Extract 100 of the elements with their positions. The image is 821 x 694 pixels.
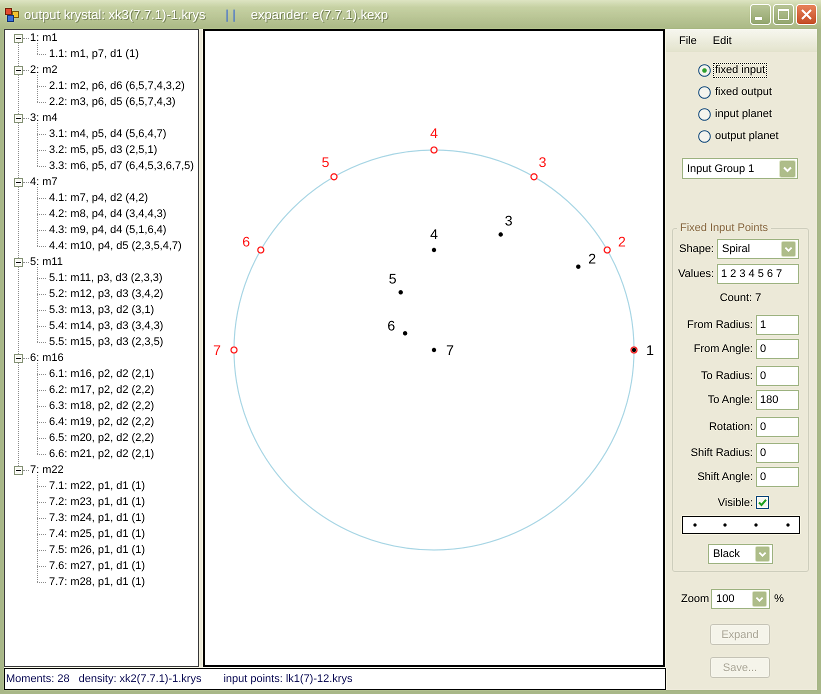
tree-item[interactable]: 1: m1 — [30, 31, 58, 45]
number-field[interactable]: 0 — [756, 467, 799, 487]
tree-item[interactable]: 5.3: m13, p3, d2 (3,1) — [49, 303, 154, 317]
tree-item[interactable]: 6: m16 — [30, 351, 64, 365]
param-label: To Angle: — [708, 394, 753, 406]
tree-item[interactable]: 6.6: m21, p2, d2 (2,1) — [49, 447, 154, 461]
tree-item[interactable]: 5: m11 — [30, 255, 63, 269]
radio-option[interactable]: fixed output — [698, 81, 780, 103]
radio-option[interactable]: fixed input — [698, 59, 780, 81]
radio-icon[interactable] — [698, 86, 711, 98]
tree-item[interactable]: 3.1: m4, p5, d4 (5,6,4,7) — [49, 127, 166, 141]
tree-item[interactable]: 3.2: m5, p5, d3 (2,5,1) — [49, 143, 158, 157]
number-field[interactable]: 180 — [756, 390, 799, 410]
tree-item[interactable]: 6.5: m20, p2, d2 (2,2) — [49, 431, 154, 445]
ring-label: 6 — [242, 234, 250, 250]
point-label: 6 — [387, 317, 396, 334]
tree-item[interactable]: 5.5: m15, p3, d3 (2,3,5) — [49, 335, 164, 349]
param-label: From Radius: — [686, 319, 753, 331]
tree-item[interactable]: 6.4: m19, p2, d2 (2,2) — [49, 415, 154, 429]
tree-item[interactable]: 6.1: m16, p2, d2 (2,1) — [49, 367, 154, 381]
point-dot-icon — [432, 348, 436, 352]
group-dropdown[interactable]: Input Group 1 — [682, 158, 798, 179]
ring-marker-icon — [330, 173, 338, 180]
point-label: 3 — [504, 212, 513, 229]
shape-label: Shape: — [679, 243, 714, 255]
window-title: output krystal: xk3(7.7.1)-1.krys — [24, 7, 206, 22]
status-text: Moments: 28 — [6, 673, 70, 685]
param-label: Shift Radius: — [690, 447, 753, 459]
collapse-icon[interactable] — [14, 466, 23, 474]
zoom-dropdown[interactable]: 100 — [711, 589, 770, 609]
tree-item[interactable]: 7.5: m26, p1, d1 (1) — [49, 543, 145, 557]
tree-item[interactable]: 7.6: m27, p1, d1 (1) — [49, 559, 145, 573]
tree-item[interactable]: 5.1: m11, p3, d3 (2,3,3) — [49, 271, 163, 285]
tree-item[interactable]: 5.4: m14, p3, d3 (3,4,3) — [49, 319, 164, 333]
ring-label: 3 — [538, 154, 546, 170]
tree-item[interactable]: 4.1: m7, p4, d2 (4,2) — [49, 191, 148, 205]
tree-item[interactable]: 4.4: m10, p4, d5 (2,3,5,4,7) — [49, 239, 182, 253]
tree-item[interactable]: 7.3: m24, p1, d1 (1) — [49, 511, 145, 525]
tree-item[interactable]: 6.2: m17, p2, d2 (2,2) — [49, 383, 154, 397]
number-field[interactable]: 0 — [756, 339, 799, 359]
collapse-icon[interactable] — [14, 354, 23, 362]
menu-item[interactable]: File — [671, 34, 705, 46]
minimize-icon[interactable] — [750, 4, 771, 25]
ring-label: 2 — [618, 234, 626, 250]
tree-item[interactable]: 4.2: m8, p4, d4 (3,4,4,3) — [49, 207, 166, 221]
param-label: To Radius: — [701, 370, 753, 382]
menu-item[interactable]: Edit — [704, 34, 740, 46]
status-text: density: xk2(7.7.1)-1.krys — [78, 673, 202, 685]
tree-item[interactable]: 4.3: m9, p4, d4 (5,1,6,4) — [49, 223, 166, 237]
tree-item[interactable]: 7.2: m23, p1, d1 (1) — [49, 495, 145, 509]
maximize-icon[interactable] — [773, 4, 794, 25]
point-dot-icon — [498, 232, 503, 237]
tree-item[interactable]: 7: m22 — [30, 463, 64, 477]
collapse-icon[interactable] — [14, 34, 23, 42]
tree-item[interactable]: 6.3: m18, p2, d2 (2,2) — [49, 399, 154, 413]
radio-option[interactable]: input planet — [698, 103, 780, 125]
close-icon[interactable] — [796, 4, 817, 25]
param-label: Shift Angle: — [697, 471, 753, 483]
ring-marker-icon — [430, 146, 438, 154]
checkbox[interactable] — [756, 496, 769, 509]
ring-marker-icon — [257, 246, 264, 254]
radio-option[interactable]: output planet — [698, 125, 780, 147]
zoom-label: Zoom — [681, 593, 710, 605]
tree-item[interactable]: 1.1: m1, p7, d1 (1) — [49, 47, 139, 61]
radio-icon[interactable] — [698, 108, 711, 120]
tree-item[interactable]: 2.2: m3, p6, d5 (6,5,7,4,3) — [49, 95, 176, 109]
percent-label: % — [774, 593, 784, 605]
point-dot-icon — [398, 290, 403, 294]
collapse-icon[interactable] — [14, 66, 23, 74]
ring-label: 7 — [213, 342, 221, 358]
radio-icon[interactable] — [698, 64, 711, 76]
collapse-icon[interactable] — [14, 178, 23, 186]
color-dropdown[interactable]: Black — [708, 544, 773, 564]
number-field[interactable]: 0 — [756, 417, 799, 437]
tree-item[interactable]: 3: m4 — [30, 111, 58, 125]
point-label: 7 — [446, 342, 454, 358]
collapse-icon[interactable] — [14, 258, 23, 266]
collapse-icon[interactable] — [14, 114, 23, 122]
point-dot-icon — [576, 264, 580, 269]
point-label: 5 — [388, 270, 397, 286]
number-field[interactable]: 0 — [756, 443, 799, 463]
tree-item[interactable]: 2.1: m2, p6, d6 (6,5,7,4,3,2) — [49, 79, 185, 93]
tree-item[interactable]: 3.3: m6, p5, d7 (6,4,5,3,6,7,5) — [49, 159, 194, 173]
tree-item[interactable]: 7.1: m22, p1, d1 (1) — [49, 479, 145, 493]
tree-item[interactable]: 4: m7 — [30, 175, 58, 189]
tree-item[interactable]: 7.4: m25, p1, d1 (1) — [49, 527, 145, 541]
number-field[interactable]: 0 — [756, 366, 799, 386]
window-title-extra: expander: e(7.7.1).kexp — [250, 7, 388, 22]
param-label: Rotation: — [708, 421, 753, 433]
tree-item[interactable]: 2: m2 — [30, 63, 58, 77]
shape-dropdown[interactable]: Spiral — [717, 239, 799, 259]
tree-item[interactable]: 7.7: m28, p1, d1 (1) — [49, 575, 145, 589]
values-label: Values: — [678, 268, 714, 280]
values-field[interactable]: 1 2 3 4 5 6 7 — [717, 264, 799, 284]
count-label: Count: 7 — [718, 291, 762, 305]
point-label: 1 — [646, 342, 654, 358]
ring-label: 4 — [430, 125, 438, 141]
tree-item[interactable]: 5.2: m12, p3, d3 (3,4,2) — [49, 287, 164, 301]
number-field[interactable]: 1 — [756, 315, 799, 335]
radio-icon[interactable] — [698, 130, 711, 142]
